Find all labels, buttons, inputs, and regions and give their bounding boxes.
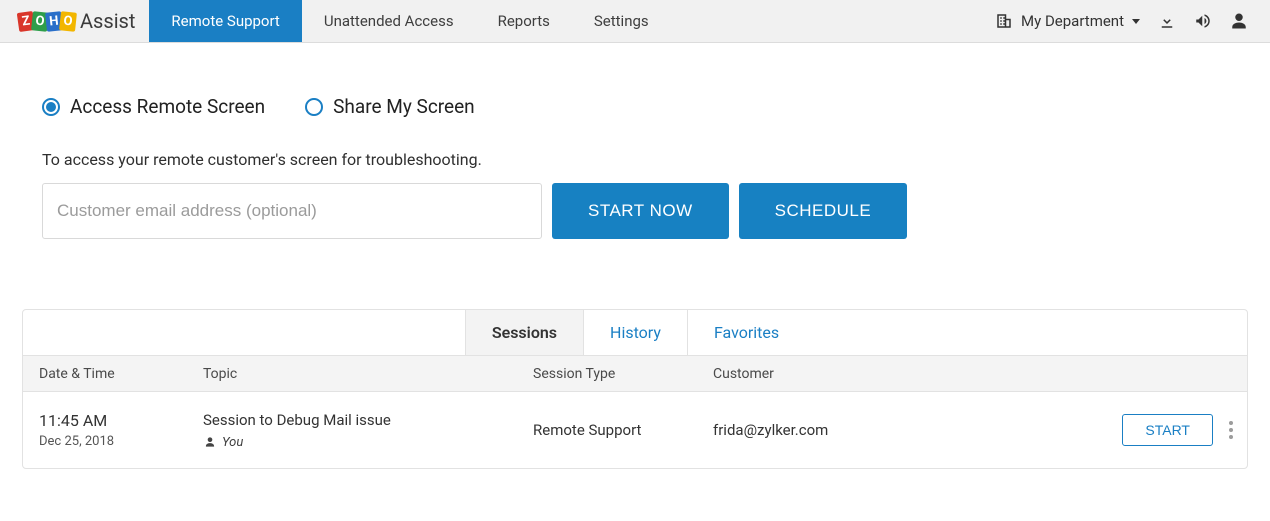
col-header-topic: Topic bbox=[203, 366, 533, 382]
building-icon bbox=[995, 12, 1013, 30]
row-owner-label: You bbox=[222, 435, 243, 450]
main-nav: Remote Support Unattended Access Reports… bbox=[149, 0, 670, 42]
topbar-right: My Department bbox=[995, 0, 1270, 42]
sessions-tabs: Sessions History Favorites bbox=[23, 310, 1247, 356]
top-bar: Z O H O Assist Remote Support Unattended… bbox=[0, 0, 1270, 43]
tab-history[interactable]: History bbox=[584, 310, 688, 355]
start-now-button[interactable]: START NOW bbox=[552, 183, 729, 239]
radio-share-label: Share My Screen bbox=[333, 95, 475, 118]
row-topic-cell: Session to Debug Mail issue You bbox=[203, 411, 533, 450]
sessions-panel: Sessions History Favorites Date & Time T… bbox=[22, 309, 1248, 469]
main-content: Access Remote Screen Share My Screen To … bbox=[0, 43, 1270, 469]
row-date: Dec 25, 2018 bbox=[39, 434, 203, 449]
start-session-row: START NOW SCHEDULE bbox=[42, 183, 1228, 239]
row-datetime: 11:45 AM Dec 25, 2018 bbox=[23, 411, 203, 449]
download-button[interactable] bbox=[1158, 12, 1176, 30]
radio-share-screen[interactable]: Share My Screen bbox=[305, 95, 475, 118]
radio-checked-icon bbox=[42, 98, 60, 116]
row-more-button[interactable] bbox=[1229, 421, 1233, 439]
row-start-button[interactable]: START bbox=[1122, 414, 1213, 446]
row-topic: Session to Debug Mail issue bbox=[203, 411, 533, 429]
radio-unchecked-icon bbox=[305, 98, 323, 116]
person-icon bbox=[203, 435, 217, 449]
radio-access-remote[interactable]: Access Remote Screen bbox=[42, 95, 265, 118]
row-type: Remote Support bbox=[533, 421, 713, 439]
app-logo: Z O H O Assist bbox=[0, 0, 149, 42]
mode-selector: Access Remote Screen Share My Screen bbox=[42, 43, 1228, 118]
row-owner: You bbox=[203, 435, 533, 450]
nav-unattended-access[interactable]: Unattended Access bbox=[302, 0, 476, 42]
sessions-table-header: Date & Time Topic Session Type Customer bbox=[23, 356, 1247, 392]
download-icon bbox=[1158, 12, 1176, 30]
product-name: Assist bbox=[80, 9, 135, 33]
row-time: 11:45 AM bbox=[39, 411, 203, 430]
radio-access-label: Access Remote Screen bbox=[70, 95, 265, 118]
nav-remote-support[interactable]: Remote Support bbox=[149, 0, 301, 42]
schedule-button[interactable]: SCHEDULE bbox=[739, 183, 908, 239]
chevron-down-icon bbox=[1132, 19, 1140, 24]
tab-favorites[interactable]: Favorites bbox=[688, 310, 805, 355]
row-customer: frida@zylker.com bbox=[713, 421, 1067, 439]
col-header-customer: Customer bbox=[713, 366, 1067, 382]
zoho-logo-icon: Z O H O bbox=[18, 12, 74, 31]
col-header-datetime: Date & Time bbox=[23, 366, 203, 382]
nav-reports[interactable]: Reports bbox=[476, 0, 572, 42]
user-icon bbox=[1230, 12, 1248, 30]
table-row: 11:45 AM Dec 25, 2018 Session to Debug M… bbox=[23, 392, 1247, 468]
announce-button[interactable] bbox=[1194, 12, 1212, 30]
department-label: My Department bbox=[1021, 12, 1124, 30]
tab-sessions[interactable]: Sessions bbox=[465, 310, 584, 355]
customer-email-input[interactable] bbox=[42, 183, 542, 239]
nav-settings[interactable]: Settings bbox=[572, 0, 671, 42]
megaphone-icon bbox=[1194, 12, 1212, 30]
col-header-type: Session Type bbox=[533, 366, 713, 382]
department-dropdown[interactable]: My Department bbox=[995, 12, 1140, 30]
profile-button[interactable] bbox=[1230, 12, 1248, 30]
mode-description: To access your remote customer's screen … bbox=[42, 150, 1228, 169]
